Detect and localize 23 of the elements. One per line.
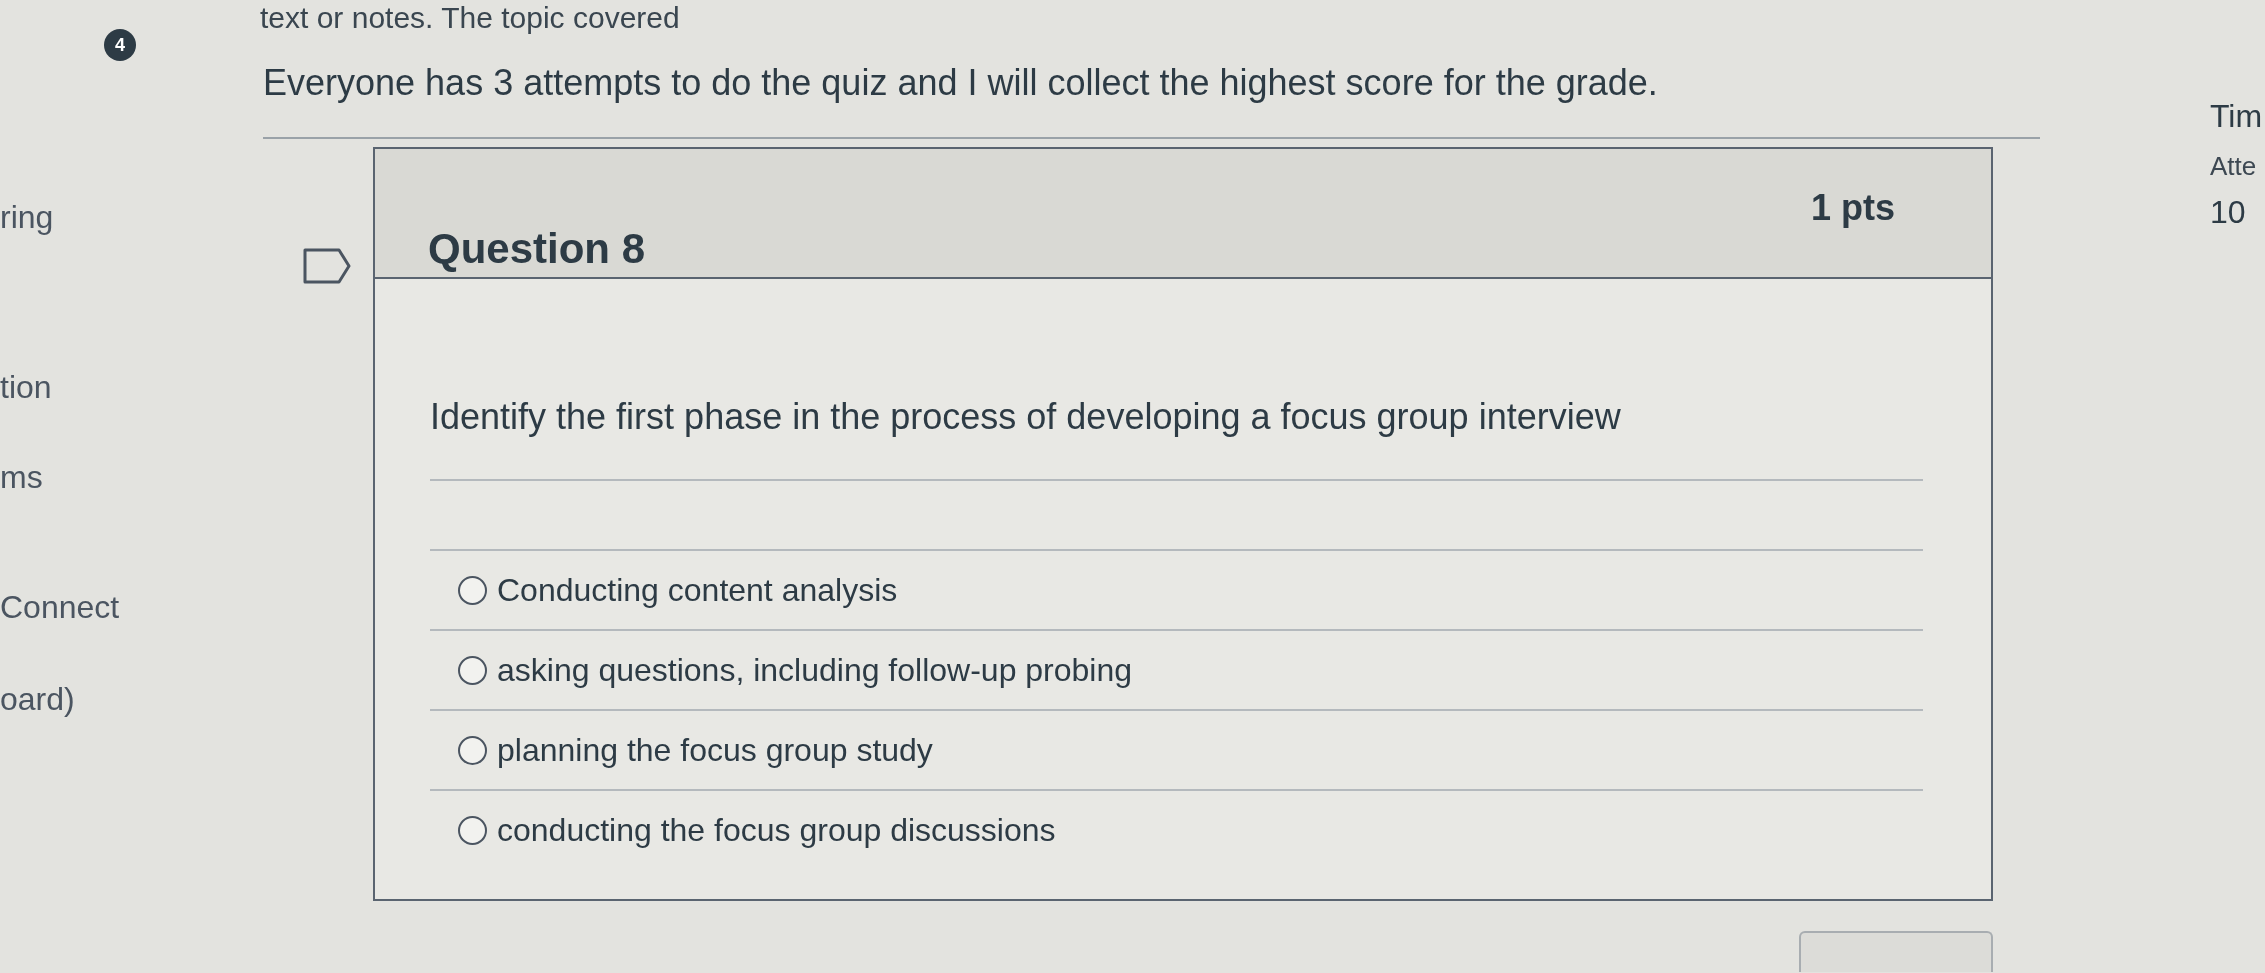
sidebar-label: Atte: [2210, 150, 2257, 182]
answer-option[interactable]: asking questions, including follow-up probing: [430, 629, 1923, 709]
radio-button[interactable]: [458, 575, 487, 605]
answer-option[interactable]: planning the focus group study: [430, 709, 1923, 789]
nav-link[interactable]: ring: [0, 197, 54, 237]
note-text: text or notes. The topic covered: [260, 0, 680, 36]
radio-button[interactable]: [458, 735, 487, 765]
flag-icon[interactable]: [303, 248, 351, 284]
nav-link[interactable]: tion: [0, 367, 52, 407]
nav-link[interactable]: ms: [0, 457, 43, 497]
question-prompt: Identify the first phase in the process of developing a focus group interview: [430, 395, 1621, 439]
question-title: Question 8: [428, 225, 646, 273]
nav-link[interactable]: oard): [0, 679, 75, 719]
instruction-text: Everyone has 3 attempts to do the quiz and I will collect the highest score for the grade.: [263, 62, 1658, 104]
radio-button[interactable]: [458, 815, 487, 845]
radio-button[interactable]: [458, 655, 487, 685]
sidebar-value: 10: [2210, 193, 2246, 232]
step-badge: 4: [104, 29, 136, 61]
nav-link[interactable]: Connect: [0, 587, 120, 627]
points-label: 1 pts: [1810, 187, 1895, 229]
sidebar-heading: Tim: [2210, 97, 2263, 136]
answer-option[interactable]: conducting the focus group discussions: [430, 789, 1923, 869]
answer-option[interactable]: Conducting content analysis: [430, 549, 1923, 629]
